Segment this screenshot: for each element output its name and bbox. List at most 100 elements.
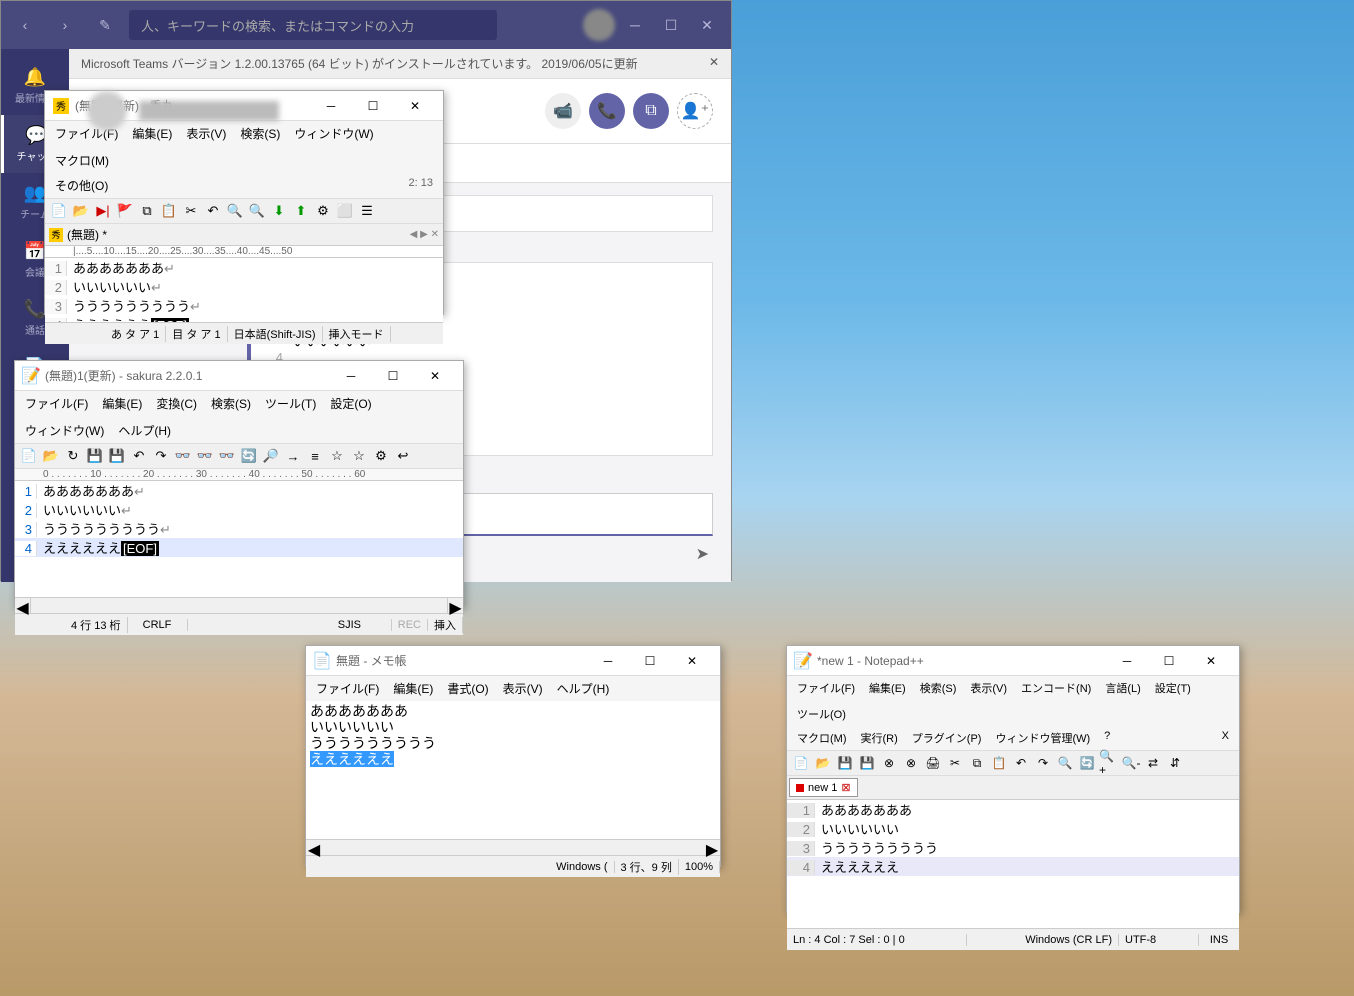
sync-icon[interactable]: ⇄ bbox=[1143, 753, 1163, 773]
close-button[interactable]: ✕ bbox=[672, 647, 712, 675]
line[interactable]: いいいいいい bbox=[37, 503, 121, 518]
zoom-icon[interactable]: 🔍 bbox=[247, 201, 267, 221]
saveall-icon[interactable]: 💾 bbox=[857, 753, 877, 773]
line[interactable]: ええええええ bbox=[67, 318, 151, 322]
hscroll-left[interactable]: ◀ bbox=[15, 598, 31, 613]
close-button[interactable]: ✕ bbox=[691, 9, 723, 41]
back-button[interactable]: ‹ bbox=[9, 9, 41, 41]
line[interactable]: いいいいいい bbox=[310, 719, 716, 735]
closeall-icon[interactable]: ⊗ bbox=[901, 753, 921, 773]
banner-close-icon[interactable]: ✕ bbox=[709, 55, 719, 72]
menu-file[interactable]: ファイル(F) bbox=[793, 678, 859, 698]
compose-button[interactable]: ✎ bbox=[89, 9, 121, 41]
menu-edit[interactable]: 編集(E) bbox=[98, 393, 146, 414]
zoom-icon[interactable]: 🔍 bbox=[225, 201, 245, 221]
line[interactable]: ううううううううう bbox=[310, 735, 716, 751]
menu-other[interactable]: その他(O) bbox=[51, 175, 112, 196]
line[interactable]: いいいいいい bbox=[67, 280, 151, 295]
line[interactable]: ええええええ bbox=[37, 541, 121, 556]
menu-settings[interactable]: 設定(T) bbox=[1151, 678, 1195, 698]
maximize-button[interactable]: ☐ bbox=[1149, 647, 1189, 675]
search-icon[interactable]: 👓 bbox=[217, 446, 237, 466]
add-people-button[interactable]: 👤⁺ bbox=[677, 93, 713, 129]
search-input[interactable]: 人、キーワードの検索、またはコマンドの入力 bbox=[129, 10, 497, 40]
print-icon[interactable]: 🖨 bbox=[923, 753, 943, 773]
minimize-button[interactable]: ─ bbox=[311, 92, 351, 120]
contact-avatar[interactable] bbox=[87, 91, 127, 131]
hscroll-left[interactable]: ◀ bbox=[306, 840, 322, 855]
notepad-titlebar[interactable]: 📄 無題 - メモ帳 ─ ☐ ✕ bbox=[306, 646, 720, 676]
line[interactable]: あああああああ bbox=[815, 803, 912, 818]
menu-language[interactable]: 言語(L) bbox=[1101, 678, 1144, 698]
redo-icon[interactable]: ↷ bbox=[1033, 753, 1053, 773]
line[interactable]: ううううううううう bbox=[67, 299, 190, 314]
option-icon[interactable]: ⚙ bbox=[313, 201, 333, 221]
minimize-button[interactable]: ─ bbox=[1107, 647, 1147, 675]
menu-view[interactable]: 表示(V) bbox=[966, 678, 1011, 698]
menu-help[interactable]: ヘルプ(H) bbox=[553, 678, 614, 699]
open-icon[interactable]: 📂 bbox=[41, 446, 61, 466]
notepad-editor[interactable]: あああああああ いいいいいい ううううううううう ええええええ bbox=[306, 701, 720, 839]
search-icon[interactable]: 👓 bbox=[173, 446, 193, 466]
redo-icon[interactable]: ↷ bbox=[151, 446, 171, 466]
menu-macro[interactable]: マクロ(M) bbox=[793, 728, 851, 748]
down-icon[interactable]: ⬇ bbox=[269, 201, 289, 221]
copy-icon[interactable]: ⧉ bbox=[137, 201, 157, 221]
search-icon[interactable]: 👓 bbox=[195, 446, 215, 466]
cut-icon[interactable]: ✂ bbox=[181, 201, 201, 221]
save-icon[interactable]: ▶| bbox=[93, 201, 113, 221]
undo-icon[interactable]: ↶ bbox=[129, 446, 149, 466]
common-icon[interactable]: ⚙ bbox=[371, 446, 391, 466]
menu-tools[interactable]: ツール(O) bbox=[793, 704, 850, 724]
open-icon[interactable]: 📂 bbox=[813, 753, 833, 773]
open-icon[interactable]: 📂 bbox=[71, 201, 91, 221]
jump-icon[interactable]: → bbox=[283, 446, 303, 466]
sync-icon[interactable]: ⇵ bbox=[1165, 753, 1185, 773]
up-icon[interactable]: ⬆ bbox=[291, 201, 311, 221]
menu-search[interactable]: 検索(S) bbox=[207, 393, 255, 414]
grep-icon[interactable]: 🔎 bbox=[261, 446, 281, 466]
minimize-button[interactable]: ─ bbox=[331, 362, 371, 390]
menu-encoding[interactable]: エンコード(N) bbox=[1017, 678, 1095, 698]
maximize-button[interactable]: ☐ bbox=[353, 92, 393, 120]
menu-format[interactable]: 書式(O) bbox=[443, 678, 492, 699]
menu-tools[interactable]: ツール(T) bbox=[261, 393, 320, 414]
maximize-button[interactable]: ☐ bbox=[630, 647, 670, 675]
menu-search[interactable]: 検索(S) bbox=[236, 123, 284, 144]
menu-window[interactable]: ウィンドウ(W) bbox=[290, 123, 377, 144]
option-icon[interactable]: ⬜ bbox=[335, 201, 355, 221]
send-button[interactable]: ➤ bbox=[696, 544, 709, 564]
avatar-icon[interactable] bbox=[583, 9, 615, 41]
save-icon[interactable]: 💾 bbox=[85, 446, 105, 466]
tab-close-icon[interactable]: ◀ ▶ ✕ bbox=[410, 229, 439, 240]
paste-icon[interactable]: 📋 bbox=[159, 201, 179, 221]
line[interactable]: あああああああ bbox=[37, 484, 134, 499]
hidemaru-editor[interactable]: 1あああああああ↵ 2いいいいいい↵ 3ううううううううう↵ 4ええええええ[E… bbox=[45, 258, 443, 322]
video-call-button[interactable]: 📹 bbox=[545, 93, 581, 129]
option-icon[interactable]: ☰ bbox=[357, 201, 377, 221]
menu-file[interactable]: ファイル(F) bbox=[21, 393, 92, 414]
line-selected[interactable]: ええええええ bbox=[310, 751, 394, 767]
menu-x[interactable]: X bbox=[1218, 728, 1233, 748]
menu-help[interactable]: ヘルプ(H) bbox=[114, 420, 175, 441]
menu-window[interactable]: ウィンドウ(W) bbox=[21, 420, 108, 441]
menu-view[interactable]: 表示(V) bbox=[182, 123, 230, 144]
audio-call-button[interactable]: 📞 bbox=[589, 93, 625, 129]
menu-plugins[interactable]: プラグイン(P) bbox=[908, 728, 986, 748]
menu-edit[interactable]: 編集(E) bbox=[128, 123, 176, 144]
sakura-titlebar[interactable]: 📝 (無題)1(更新) - sakura 2.2.0.1 ─ ☐ ✕ bbox=[15, 361, 463, 391]
notepadpp-titlebar[interactable]: 📝 *new 1 - Notepad++ ─ ☐ ✕ bbox=[787, 646, 1239, 676]
close-button[interactable]: ✕ bbox=[415, 362, 455, 390]
new-icon[interactable]: 📄 bbox=[49, 201, 69, 221]
minimize-button[interactable]: ─ bbox=[619, 9, 651, 41]
tab-label[interactable]: (無題) * bbox=[63, 226, 107, 243]
minimize-button[interactable]: ─ bbox=[588, 647, 628, 675]
paste-icon[interactable]: 📋 bbox=[989, 753, 1009, 773]
maximize-button[interactable]: ☐ bbox=[373, 362, 413, 390]
menu-edit[interactable]: 編集(E) bbox=[389, 678, 437, 699]
new-icon[interactable]: 📄 bbox=[19, 446, 39, 466]
undo-icon[interactable]: ↶ bbox=[203, 201, 223, 221]
zoomout-icon[interactable]: 🔍- bbox=[1121, 753, 1141, 773]
close-button[interactable]: ✕ bbox=[1191, 647, 1231, 675]
cut-icon[interactable]: ✂ bbox=[945, 753, 965, 773]
